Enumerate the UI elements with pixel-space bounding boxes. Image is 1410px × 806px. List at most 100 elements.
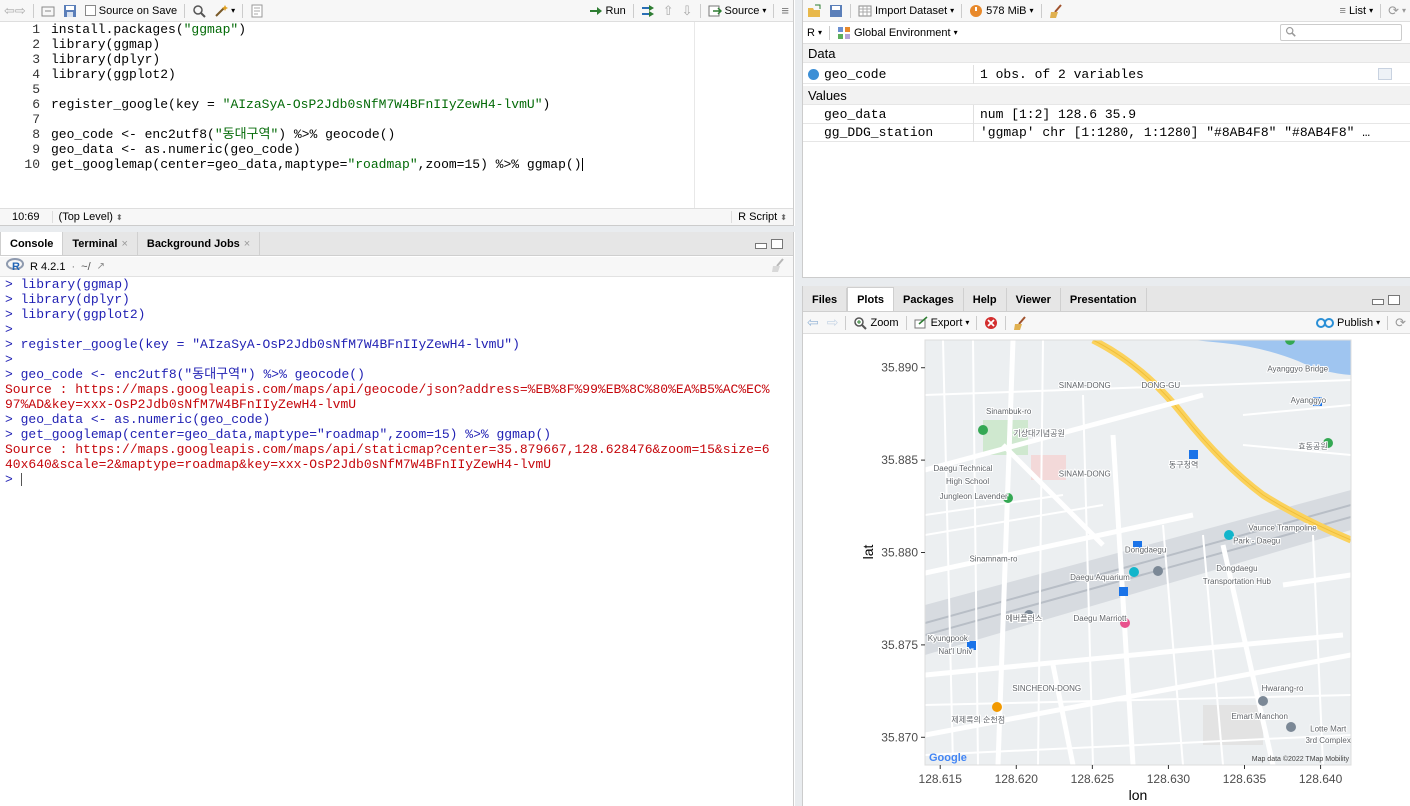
go-down-icon[interactable]: ⇩ bbox=[682, 3, 693, 19]
minimize-icon[interactable] bbox=[755, 243, 767, 249]
view-mode-selector[interactable]: ≡ List ▾ bbox=[1340, 5, 1374, 17]
string-token: "ggmap" bbox=[183, 22, 239, 37]
tab-help-label: Help bbox=[972, 293, 997, 306]
text-cursor bbox=[20, 473, 22, 487]
clear-workspace-broom-icon[interactable] bbox=[1049, 3, 1065, 18]
language-selector[interactable]: R Script ⬍ bbox=[731, 211, 793, 223]
environment-row-geo-data[interactable]: geo_data num [1:2] 128.6 35.9 bbox=[803, 105, 1410, 124]
code-area[interactable]: 1 install.packages("ggmap") 2 library(ggmap… bbox=[0, 22, 793, 208]
map-place-label: Sinambuk-ro bbox=[986, 407, 1032, 416]
tab-terminal[interactable]: Terminal × bbox=[63, 232, 138, 255]
go-up-icon[interactable]: ⇧ bbox=[663, 3, 674, 19]
tab-viewer[interactable]: Viewer bbox=[1007, 288, 1061, 311]
tab-presentation[interactable]: Presentation bbox=[1061, 288, 1147, 311]
language-selector[interactable]: R ▾ bbox=[807, 27, 822, 39]
clear-plots-broom-icon[interactable] bbox=[1013, 315, 1029, 330]
console-text: > library(dplyr) bbox=[5, 292, 130, 307]
environment-search[interactable] bbox=[1280, 24, 1402, 41]
save-icon[interactable] bbox=[63, 4, 77, 18]
close-icon[interactable]: × bbox=[244, 238, 250, 250]
compile-report-icon[interactable] bbox=[250, 4, 264, 18]
clear-console-broom-icon[interactable] bbox=[771, 258, 787, 275]
divider bbox=[773, 3, 775, 18]
publish-button[interactable]: Publish ▾ bbox=[1316, 316, 1380, 330]
tab-background-jobs[interactable]: Background Jobs × bbox=[138, 232, 261, 255]
working-directory[interactable]: ~/ bbox=[81, 261, 90, 273]
code-text: geo_code <- enc2utf8("동대구역") %>% geocode… bbox=[51, 127, 395, 142]
memory-usage-button[interactable]: 578 MiB ▾ bbox=[969, 4, 1034, 18]
y-tick-label: 35.890 bbox=[881, 361, 918, 375]
divider bbox=[699, 3, 701, 18]
close-icon[interactable]: × bbox=[121, 238, 127, 250]
code-tools-wand-icon[interactable]: ▾ bbox=[214, 4, 235, 18]
code-line: 4 library(ggplot2) bbox=[0, 67, 793, 82]
pane-splitter-horizontal[interactable] bbox=[802, 278, 1410, 286]
save-workspace-icon[interactable] bbox=[829, 4, 843, 18]
previous-plot-icon[interactable]: ⇦ bbox=[807, 314, 819, 331]
search-input[interactable] bbox=[1299, 26, 1399, 39]
run-button[interactable]: Run bbox=[589, 4, 626, 18]
export-button[interactable]: Export ▾ bbox=[914, 315, 969, 330]
code-text: library(dplyr) bbox=[51, 52, 160, 67]
scope-selector[interactable]: (Top Level) ⬍ bbox=[53, 211, 129, 223]
import-dataset-button[interactable]: Import Dataset ▾ bbox=[858, 4, 954, 18]
code-text: install.packages("ggmap") bbox=[51, 22, 246, 37]
tab-packages[interactable]: Packages bbox=[894, 288, 964, 311]
y-tick-label: 35.885 bbox=[881, 453, 918, 467]
list-icon: ≡ bbox=[1339, 4, 1346, 17]
refresh-icon[interactable]: ⟳ ▾ bbox=[1388, 3, 1406, 19]
code-line: 10 get_googlemap(center=geo_data,maptype=… bbox=[0, 157, 793, 172]
load-workspace-icon[interactable] bbox=[807, 4, 821, 18]
variable-name: gg_DDG_station bbox=[824, 125, 934, 140]
show-in-window-icon[interactable] bbox=[41, 4, 55, 18]
maximize-icon[interactable] bbox=[1388, 295, 1400, 305]
outline-icon[interactable]: ≡ bbox=[781, 3, 789, 18]
variable-value: num [1:2] 128.6 35.9 bbox=[980, 107, 1137, 122]
divider bbox=[32, 3, 34, 18]
code-token: geo_data <- as.numeric(geo_code) bbox=[51, 142, 301, 157]
refresh-icon[interactable]: ⟳ bbox=[1395, 315, 1406, 331]
minimize-icon[interactable] bbox=[1372, 299, 1384, 305]
environment-toolbar: Import Dataset ▾ 578 MiB ▾ ≡ List ▾ ⟳ ▾ bbox=[803, 0, 1410, 22]
rerun-icon[interactable] bbox=[641, 4, 655, 18]
tab-plots[interactable]: Plots bbox=[847, 287, 894, 311]
pane-splitter-vertical[interactable] bbox=[795, 0, 802, 806]
maximize-icon[interactable] bbox=[771, 239, 783, 249]
remove-plot-icon[interactable] bbox=[984, 316, 998, 330]
divider bbox=[632, 3, 634, 18]
checkbox[interactable] bbox=[84, 5, 96, 16]
console-message-line: 97%AD&key=xxx-OsP2Jdb0sNfM7W4BFnIIyZewH4… bbox=[0, 397, 793, 412]
view-data-grid-icon[interactable] bbox=[1378, 68, 1392, 80]
line-number: 6 bbox=[32, 97, 40, 112]
console-output[interactable]: > library(ggmap) > library(dplyr) > librar… bbox=[0, 277, 793, 806]
tab-packages-label: Packages bbox=[902, 293, 954, 306]
console-text: > bbox=[5, 322, 13, 337]
map-place-label: Lotte Mart bbox=[1310, 725, 1347, 734]
r-logo-icon: R bbox=[6, 258, 24, 275]
expand-icon[interactable] bbox=[808, 69, 819, 80]
source-button[interactable]: Source ▾ bbox=[708, 4, 766, 18]
environment-scope-selector[interactable]: Global Environment ▾ bbox=[837, 26, 958, 40]
divider bbox=[242, 3, 244, 18]
code-line: 1 install.packages("ggmap") bbox=[0, 22, 793, 37]
go-to-directory-icon[interactable]: ↗ bbox=[97, 261, 105, 272]
tab-terminal-label: Terminal bbox=[72, 237, 118, 250]
pane-window-controls bbox=[1372, 295, 1400, 305]
zoom-button[interactable]: Zoom bbox=[853, 316, 899, 330]
search-icon[interactable] bbox=[192, 4, 206, 18]
pin-icon bbox=[1153, 566, 1163, 576]
environment-row-geo-code[interactable]: geo_code 1 obs. of 2 variables bbox=[803, 65, 1410, 84]
tab-files[interactable]: Files bbox=[803, 288, 848, 311]
next-plot-icon[interactable]: ⇨ bbox=[827, 314, 839, 331]
environment-row-gg-ddg-station[interactable]: gg_DDG_station 'ggmap' chr [1:1280, 1:12… bbox=[803, 123, 1410, 142]
source-on-save-toggle[interactable]: Source on Save bbox=[84, 5, 177, 17]
back-arrow-icon[interactable]: ⇦⇨ bbox=[4, 3, 26, 19]
tab-console[interactable]: Console bbox=[0, 232, 64, 255]
data-header: Data bbox=[808, 46, 836, 61]
console-tabs: Console Terminal × Background Jobs × bbox=[0, 232, 793, 256]
x-tick-label: 128.640 bbox=[1299, 772, 1343, 786]
tab-help[interactable]: Help bbox=[964, 288, 1007, 311]
x-tick-label: 128.635 bbox=[1223, 772, 1267, 786]
pane-splitter-horizontal[interactable] bbox=[0, 226, 795, 232]
code-token: library(ggplot2) bbox=[51, 67, 176, 82]
